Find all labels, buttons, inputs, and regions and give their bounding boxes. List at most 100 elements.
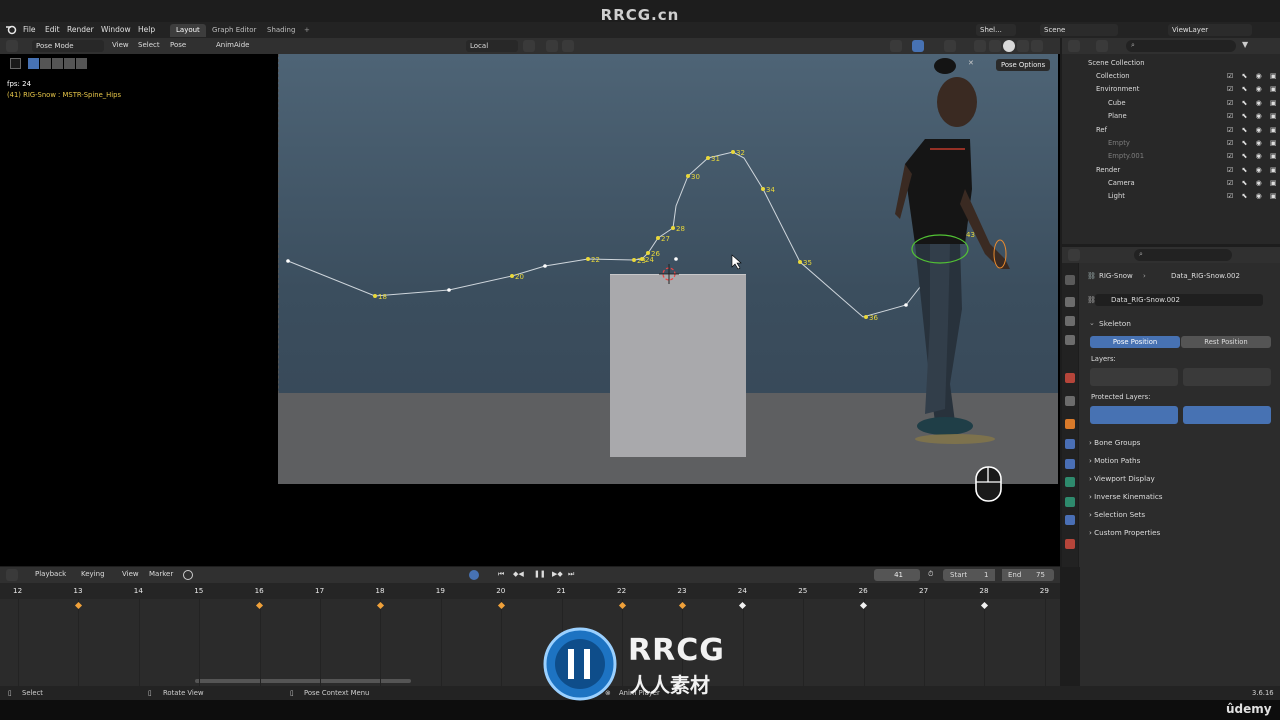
display-mode-icon[interactable]	[1096, 40, 1108, 52]
3d-viewport[interactable]: fps: 24 (41) RIG-Snow : MSTR-Spine_Hips …	[0, 54, 1060, 566]
keyframe-diamond[interactable]	[860, 601, 868, 610]
scene-tab-icon[interactable]	[1065, 373, 1075, 383]
keyframe-diamond[interactable]	[618, 601, 626, 610]
orientation-dropdown[interactable]: Local	[466, 40, 518, 52]
editor-type-icon[interactable]	[6, 40, 18, 52]
motion-path-point[interactable]	[656, 236, 660, 240]
motion-path-point[interactable]	[286, 259, 290, 263]
timeline-scrollbar[interactable]	[195, 679, 411, 683]
keyframe-diamond[interactable]	[376, 601, 384, 610]
panel-header[interactable]: › Bone Groups	[1089, 438, 1140, 447]
menu-select[interactable]: Select	[138, 41, 160, 49]
breadcrumb-object[interactable]: RIG-Snow	[1099, 272, 1133, 280]
outliner-row[interactable]: Cube ☑ ⬉ ◉ ▣	[1062, 97, 1280, 110]
breadcrumb-data[interactable]: Data_RIG-Snow.002	[1171, 272, 1240, 280]
pivot-icon[interactable]	[523, 40, 535, 52]
menu-render[interactable]: Render	[67, 25, 94, 34]
visibility-toggle-icons[interactable]: ☑ ⬉ ◉ ▣	[1227, 179, 1280, 187]
output-tab-icon[interactable]	[1065, 316, 1075, 326]
motion-path-point[interactable]	[671, 226, 675, 230]
material-shading-icon[interactable]	[1017, 40, 1029, 52]
outliner-row[interactable]: Light ☑ ⬉ ◉ ▣	[1062, 190, 1280, 203]
motion-path-point[interactable]	[731, 150, 735, 154]
stopwatch-icon[interactable]: ⏱	[928, 570, 933, 579]
menu-playback[interactable]: Playback	[35, 570, 66, 578]
panel-header[interactable]: › Viewport Display	[1089, 474, 1155, 483]
protected-layers-right[interactable]	[1183, 406, 1271, 424]
filter-icon[interactable]: ▼	[1242, 40, 1248, 49]
outliner-row[interactable]: Empty ☑ ⬉ ◉ ▣	[1062, 137, 1280, 150]
keyframe-diamond[interactable]	[74, 601, 82, 610]
bone-tab-icon[interactable]	[1065, 497, 1075, 507]
constraints-tab-icon[interactable]	[1065, 515, 1075, 525]
tab-graph-editor[interactable]: Graph Editor	[206, 24, 262, 37]
pause-icon[interactable]: ❚❚	[534, 570, 546, 578]
mode-dropdown[interactable]: Pose Mode	[32, 40, 104, 52]
texture-tab-icon[interactable]	[1065, 539, 1075, 549]
tool-tab-icon[interactable]	[1065, 275, 1075, 285]
motion-path-point[interactable]	[510, 274, 514, 278]
snap-icon[interactable]	[546, 40, 558, 52]
pose-options-button[interactable]: Pose Options	[996, 59, 1051, 71]
menu-keying[interactable]: Keying	[81, 570, 105, 578]
overlay-icon[interactable]	[944, 40, 956, 52]
timeline-editor[interactable]: 12 13 14 15 16 17 18 19 20 21 22 23 24 25 26 27 28 29	[0, 583, 1060, 686]
skeleton-panel-title[interactable]: Skeleton	[1099, 319, 1131, 328]
panel-header[interactable]: › Motion Paths	[1089, 456, 1140, 465]
solid-shading-icon[interactable]	[1003, 40, 1015, 52]
menu-edit[interactable]: Edit	[45, 25, 60, 34]
physics-tab-icon[interactable]	[1065, 459, 1075, 469]
motion-path-point[interactable]	[586, 257, 590, 261]
visibility-toggle-icons[interactable]: ☑ ⬉ ◉ ▣	[1227, 152, 1280, 160]
jump-key-back-icon[interactable]: ◆◀	[513, 570, 524, 578]
tab-layout[interactable]: Layout	[170, 24, 206, 37]
motion-path-point[interactable]	[632, 258, 636, 262]
visibility-toggle-icons[interactable]: ☑ ⬉ ◉ ▣	[1227, 192, 1280, 200]
outliner-search-input[interactable]: ⌕	[1126, 40, 1236, 52]
motion-path-point[interactable]	[674, 257, 678, 261]
pose-position-button[interactable]: Pose Position	[1090, 336, 1180, 348]
data-name-field[interactable]: Data_RIG-Snow.002	[1095, 294, 1263, 306]
keyframe-diamond[interactable]	[497, 601, 505, 610]
motion-path-point[interactable]	[640, 257, 644, 261]
3d-cursor-icon[interactable]	[659, 264, 679, 284]
character-rig[interactable]	[895, 58, 1010, 444]
editor-type-icon[interactable]	[1068, 249, 1080, 261]
end-frame-field[interactable]: End 75	[1002, 569, 1054, 581]
editor-type-icon[interactable]	[6, 569, 18, 581]
armature-layers-left[interactable]	[1090, 368, 1178, 386]
panel-header[interactable]: › Inverse Kinematics	[1089, 492, 1163, 501]
blender-logo-icon[interactable]	[6, 25, 17, 35]
visibility-toggle-icons[interactable]: ☑ ⬉ ◉ ▣	[1227, 85, 1280, 93]
motion-path-point[interactable]	[864, 315, 868, 319]
keyframe-diamond[interactable]	[256, 601, 264, 610]
menu-pose[interactable]: Pose	[170, 41, 186, 49]
panel-header[interactable]: › Selection Sets	[1089, 510, 1145, 519]
motion-path-point[interactable]	[543, 264, 547, 268]
keyframe-diamond[interactable]	[980, 601, 988, 610]
rest-position-button[interactable]: Rest Position	[1181, 336, 1271, 348]
editor-type-icon[interactable]	[1068, 40, 1080, 52]
outliner-row[interactable]: Ref ☑ ⬉ ◉ ▣	[1062, 124, 1280, 137]
jump-end-icon[interactable]: ⏭	[568, 570, 574, 579]
visibility-icon[interactable]	[890, 40, 902, 52]
jump-key-fwd-icon[interactable]: ▶◆	[552, 570, 563, 578]
menu-marker[interactable]: Marker	[149, 570, 173, 578]
start-frame-field[interactable]: Start 1	[943, 569, 995, 581]
current-frame-field[interactable]: 41	[874, 569, 920, 581]
outliner-row[interactable]: Plane ☑ ⬉ ◉ ▣	[1062, 110, 1280, 123]
keyframe-diamond[interactable]	[739, 601, 747, 610]
tab-shading[interactable]: Shading	[261, 24, 301, 37]
gizmo-icon[interactable]	[912, 40, 924, 52]
motion-path-point[interactable]	[646, 251, 650, 255]
visibility-toggle-icons[interactable]: ☑ ⬉ ◉ ▣	[1227, 112, 1280, 120]
motion-path-point[interactable]	[373, 294, 377, 298]
object-tab-icon[interactable]	[1065, 419, 1075, 429]
motion-path-point[interactable]	[761, 187, 765, 191]
scene-field[interactable]: Scene	[1040, 24, 1118, 36]
keyframe-diamond[interactable]	[678, 601, 686, 610]
menu-view[interactable]: View	[122, 570, 139, 578]
view-layer-tab-icon[interactable]	[1065, 335, 1075, 345]
armature-layers-right[interactable]	[1183, 368, 1271, 386]
protected-layers-left[interactable]	[1090, 406, 1178, 424]
